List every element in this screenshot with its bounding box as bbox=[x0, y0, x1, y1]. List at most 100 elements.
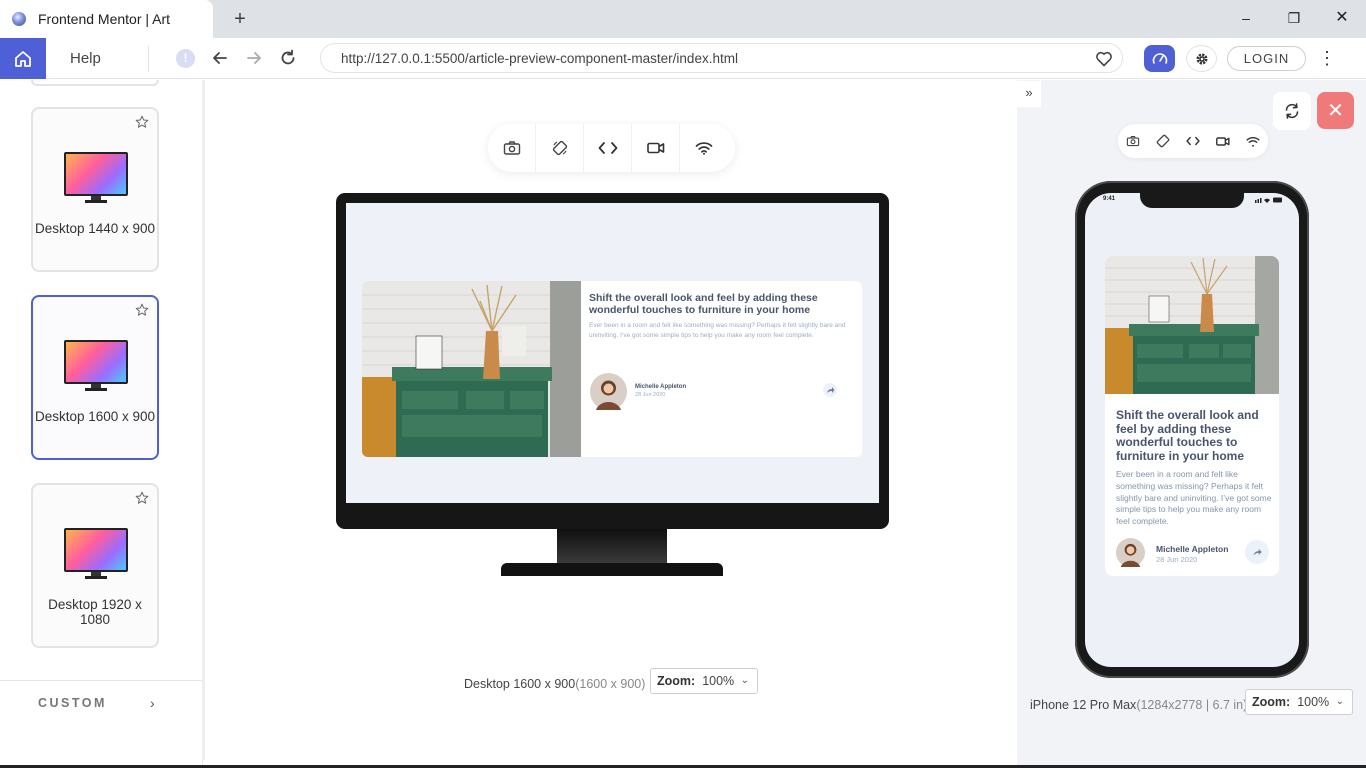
mobile-preview-toolbar bbox=[1118, 124, 1268, 158]
desktop-preview-area: Shift the overall look and feel by addin… bbox=[205, 80, 1017, 768]
phone-notch bbox=[1140, 193, 1244, 208]
network-button[interactable] bbox=[680, 124, 728, 172]
share-icon bbox=[1253, 549, 1262, 556]
zoom-label: Zoom: bbox=[1252, 695, 1291, 709]
performance-button[interactable] bbox=[1144, 45, 1175, 72]
article-date: 28 Jun 2020 bbox=[635, 392, 666, 398]
star-icon[interactable] bbox=[135, 115, 149, 129]
maximize-button[interactable]: ❐ bbox=[1282, 6, 1306, 30]
reload-icon[interactable] bbox=[278, 48, 298, 68]
back-arrow-icon[interactable] bbox=[210, 48, 230, 68]
chevron-right-icon: › bbox=[150, 695, 155, 711]
desktop-monitor-frame: Shift the overall look and feel by addin… bbox=[336, 193, 889, 529]
url-text[interactable]: http://127.0.0.1:5500/article-preview-co… bbox=[341, 51, 738, 66]
star-icon[interactable] bbox=[135, 491, 149, 505]
zoom-select[interactable]: Zoom: 100% ⌄ bbox=[650, 668, 758, 694]
desktop-screen: Shift the overall look and feel by addin… bbox=[346, 203, 879, 503]
article-title: Shift the overall look and feel by addin… bbox=[1116, 408, 1259, 463]
device-resolution: (1284x2778 | 6.7 in) bbox=[1136, 698, 1248, 712]
home-button[interactable] bbox=[0, 38, 46, 79]
tab-title: Frontend Mentor | Art bbox=[38, 11, 171, 27]
settings-button[interactable] bbox=[1186, 45, 1217, 72]
info-icon[interactable]: ! bbox=[176, 49, 195, 68]
phone-screen: 9:41 Shift the overall look and feel by … bbox=[1085, 193, 1299, 667]
code-button[interactable] bbox=[1178, 124, 1208, 158]
login-button[interactable]: LOGIN bbox=[1227, 46, 1306, 71]
rotate-button[interactable] bbox=[1148, 124, 1178, 158]
device-card-desktop-1440[interactable]: Desktop 1440 x 900 bbox=[31, 107, 159, 272]
article-title: Shift the overall look and feel by addin… bbox=[589, 292, 818, 316]
code-icon bbox=[1186, 136, 1200, 146]
forward-arrow-icon[interactable] bbox=[244, 48, 264, 68]
expand-panel-button[interactable]: » bbox=[1017, 81, 1041, 107]
article-date: 28 Jun 2020 bbox=[1156, 555, 1198, 564]
device-sidebar: Desktop 1440 x 900 Desktop 1600 x 900 De… bbox=[0, 80, 205, 768]
star-icon[interactable] bbox=[135, 303, 149, 317]
article-description: Ever been in a room and felt like someth… bbox=[589, 322, 846, 339]
network-button[interactable] bbox=[1238, 124, 1268, 158]
article-card-mobile: Shift the overall look and feel by addin… bbox=[1105, 256, 1279, 576]
article-image bbox=[1105, 256, 1279, 394]
device-card-partial[interactable] bbox=[31, 80, 159, 86]
url-bar[interactable]: http://127.0.0.1:5500/article-preview-co… bbox=[320, 43, 1123, 73]
monitor-icon bbox=[64, 340, 128, 394]
browser-tab[interactable]: Frontend Mentor | Art bbox=[0, 0, 213, 38]
mobile-zoom-select[interactable]: Zoom: 100% ⌄ bbox=[1245, 689, 1353, 715]
device-name: iPhone 12 Pro Max bbox=[1030, 698, 1137, 712]
home-icon bbox=[15, 50, 31, 67]
record-button[interactable] bbox=[1208, 124, 1238, 158]
wifi-icon bbox=[695, 142, 713, 155]
article-image bbox=[362, 281, 581, 457]
device-card-desktop-1600[interactable]: Desktop 1600 x 900 bbox=[31, 295, 159, 460]
more-menu-icon[interactable]: ⋮ bbox=[1318, 48, 1336, 68]
share-button[interactable] bbox=[823, 383, 837, 397]
minimize-button[interactable]: – bbox=[1234, 6, 1258, 30]
heart-icon[interactable] bbox=[1094, 49, 1114, 69]
device-resolution: (1600 x 900) bbox=[575, 677, 646, 691]
custom-device-row[interactable]: CUSTOM › bbox=[0, 680, 203, 724]
wifi-icon bbox=[1246, 136, 1260, 147]
rotate-icon bbox=[1156, 134, 1170, 148]
author-name: Michelle Appleton bbox=[1156, 544, 1229, 554]
monitor-base bbox=[501, 563, 723, 576]
chevron-down-icon: ⌄ bbox=[1335, 696, 1344, 707]
swap-icon bbox=[1285, 103, 1299, 119]
globe-icon bbox=[12, 12, 26, 26]
preview-toolbar bbox=[488, 124, 735, 172]
device-caption: Desktop 1600 x 900(1600 x 900) bbox=[464, 677, 645, 691]
camera-icon bbox=[503, 141, 520, 155]
close-window-button[interactable]: ✕ bbox=[1330, 6, 1354, 30]
code-button[interactable] bbox=[584, 124, 632, 172]
monitor-neck bbox=[557, 529, 667, 563]
rotate-button[interactable] bbox=[536, 124, 584, 172]
close-panel-button[interactable]: ✕ bbox=[1317, 92, 1354, 129]
article-card-desktop: Shift the overall look and feel by addin… bbox=[362, 281, 862, 457]
device-card-desktop-1920[interactable]: Desktop 1920 x 1080 bbox=[31, 483, 159, 648]
status-time: 9:41 bbox=[1103, 196, 1116, 202]
phone-frame: 9:41 Shift the overall look and feel by … bbox=[1075, 181, 1309, 678]
speedometer-icon bbox=[1152, 52, 1167, 64]
video-icon bbox=[1216, 136, 1230, 146]
monitor-icon bbox=[64, 528, 128, 582]
zoom-value: 100% bbox=[1297, 695, 1330, 709]
device-label: Desktop 1920 x 1080 bbox=[48, 597, 142, 627]
monitor-icon bbox=[64, 152, 128, 206]
new-tab-button[interactable]: + bbox=[230, 8, 250, 30]
status-bar-icons bbox=[1255, 197, 1282, 203]
record-button[interactable] bbox=[632, 124, 680, 172]
screenshot-button[interactable] bbox=[1118, 124, 1148, 158]
browser-tab-strip: Frontend Mentor | Art + – ❐ ✕ bbox=[0, 0, 1366, 38]
device-label: Desktop 1600 x 900 bbox=[34, 409, 156, 424]
help-link[interactable]: Help bbox=[70, 50, 101, 67]
app-toolbar: Help ! http://127.0.0.1:5500/article-pre… bbox=[0, 38, 1366, 79]
rotate-device-button[interactable] bbox=[1273, 92, 1311, 130]
author-name: Michelle Appleton bbox=[635, 384, 687, 390]
article-description: Ever been in a room and felt like someth… bbox=[1116, 469, 1272, 527]
camera-icon bbox=[1126, 135, 1140, 147]
share-button[interactable] bbox=[1245, 540, 1269, 564]
author-avatar bbox=[1116, 538, 1145, 567]
custom-label: CUSTOM bbox=[38, 696, 107, 710]
video-icon bbox=[646, 142, 664, 154]
code-icon bbox=[598, 142, 617, 154]
screenshot-button[interactable] bbox=[488, 124, 536, 172]
